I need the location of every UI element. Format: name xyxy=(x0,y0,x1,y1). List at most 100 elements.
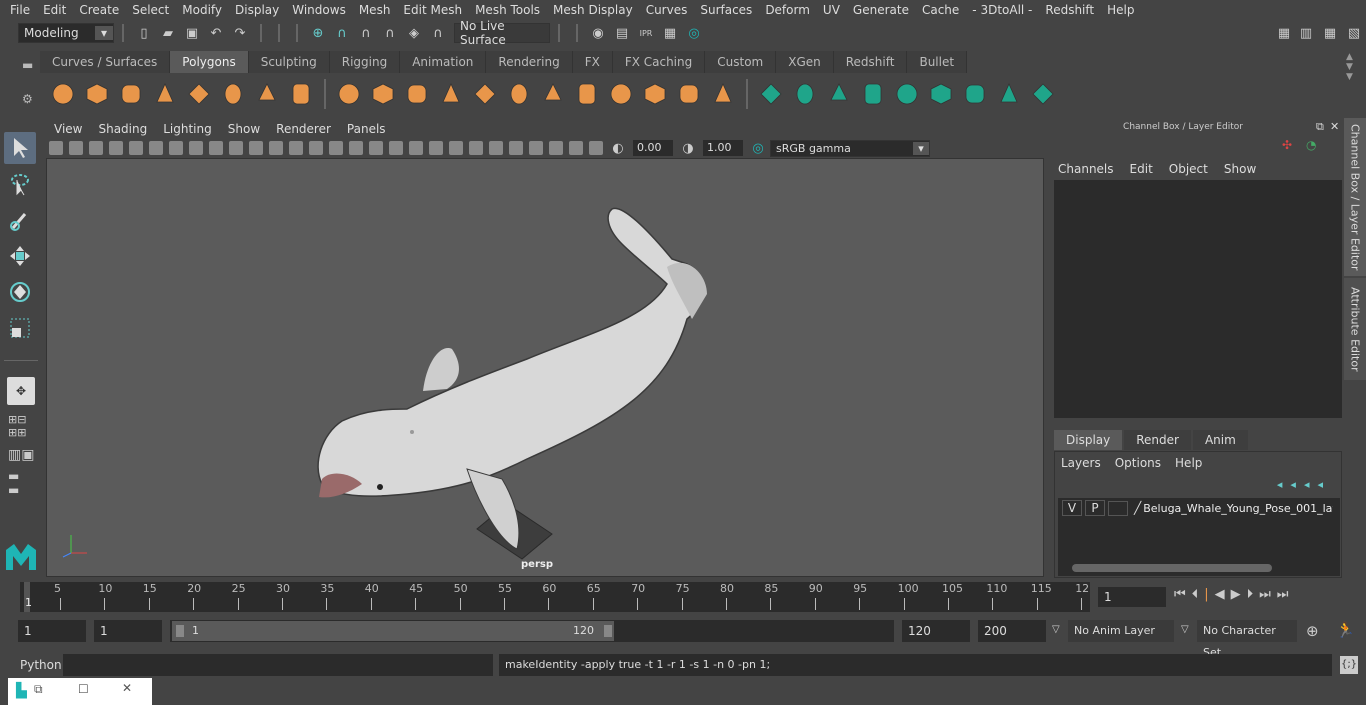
grid-icon[interactable] xyxy=(169,141,183,155)
menu-item[interactable]: Surfaces xyxy=(700,3,752,17)
default-material-icon[interactable] xyxy=(349,141,363,155)
character-set-dropdown[interactable]: No Character Set xyxy=(1197,620,1297,659)
chevron-down-icon[interactable]: ▽ xyxy=(1052,624,1060,635)
target-weld-icon[interactable] xyxy=(641,80,669,108)
render-frame-icon[interactable]: ▤ xyxy=(613,24,631,42)
range-end-handle[interactable] xyxy=(604,625,612,637)
xray-components-icon[interactable] xyxy=(569,141,583,155)
gamma-icon[interactable]: ◑ xyxy=(679,139,697,157)
snap-view-icon[interactable]: ∩ xyxy=(381,24,399,42)
shelf-menu-icon[interactable]: ▬ xyxy=(22,58,33,72)
channel-menu-item[interactable]: Object xyxy=(1169,162,1208,176)
horizontal-scrollbar[interactable] xyxy=(1062,564,1336,574)
shelf-tab[interactable]: XGen xyxy=(776,51,834,73)
menu-item[interactable]: Cache xyxy=(922,3,959,17)
maximize-icon[interactable]: ☐ xyxy=(78,682,89,696)
snap-grid-icon[interactable]: ⊕ xyxy=(309,24,327,42)
script-editor-icon[interactable]: {;} xyxy=(1340,656,1358,674)
shelf-tab[interactable]: Bullet xyxy=(907,51,968,73)
restore-icon[interactable]: ⧉ xyxy=(34,682,43,697)
sphere-icon[interactable] xyxy=(49,80,77,108)
clock-icon[interactable]: ◔ xyxy=(1306,138,1316,152)
layer-order-icons[interactable]: ◂◂◂◂ xyxy=(1277,478,1331,491)
shelf-tab[interactable]: Animation xyxy=(400,51,487,73)
gamma-field[interactable]: 1.00 xyxy=(703,140,743,156)
exposure-icon[interactable]: ◐ xyxy=(609,139,627,157)
field-chart-icon[interactable] xyxy=(249,141,263,155)
workspace-icon[interactable]: ▦ xyxy=(1275,24,1293,42)
close-icon[interactable]: ✕ xyxy=(1330,120,1339,133)
anti-aliasing-icon[interactable] xyxy=(469,141,483,155)
mode-dropdown[interactable]: Modeling ▾ xyxy=(18,23,114,43)
open-scene-icon[interactable]: ▰ xyxy=(159,24,177,42)
menu-item[interactable]: Redshift xyxy=(1045,3,1094,17)
channel-menu-item[interactable]: Edit xyxy=(1130,162,1153,176)
resolution-gate-icon[interactable] xyxy=(209,141,223,155)
torus-icon[interactable] xyxy=(219,80,247,108)
menu-item[interactable]: Curves xyxy=(646,3,688,17)
layer-name[interactable]: Beluga_Whale_Young_Pose_001_layer xyxy=(1143,502,1333,515)
bookmark-icon[interactable] xyxy=(89,141,103,155)
menu-item[interactable]: UV xyxy=(823,3,840,17)
layer-tab[interactable]: Display xyxy=(1054,430,1123,450)
tab-attribute-editor[interactable]: Attribute Editor xyxy=(1344,278,1366,380)
hypershade-icon[interactable]: ◎ xyxy=(685,24,703,42)
snap-curve-icon[interactable]: ∩ xyxy=(333,24,351,42)
rotate-tool[interactable] xyxy=(4,276,36,308)
playback-controls[interactable]: ⏮⏴|◀▶⏵⏭⏭ xyxy=(1174,587,1295,602)
layout-icon[interactable]: ▦ xyxy=(1321,24,1339,42)
film-gate-icon[interactable] xyxy=(189,141,203,155)
uv-editor-icon[interactable] xyxy=(825,80,853,108)
menu-item[interactable]: Edit xyxy=(43,3,66,17)
pyramid-icon[interactable] xyxy=(253,80,281,108)
combine-icon[interactable] xyxy=(335,80,363,108)
current-frame-field[interactable]: 1 xyxy=(1098,587,1166,607)
append-icon[interactable] xyxy=(675,80,703,108)
safe-title-icon[interactable] xyxy=(289,141,303,155)
select-camera-icon[interactable] xyxy=(49,141,63,155)
extract-icon[interactable] xyxy=(471,80,499,108)
exposure-field[interactable]: 0.00 xyxy=(633,140,673,156)
range-slider[interactable]: 1 120 xyxy=(172,621,614,641)
uv-cut-icon[interactable] xyxy=(859,80,887,108)
viewport-menu-item[interactable]: Renderer xyxy=(276,122,331,136)
menu-item[interactable]: Mesh Tools xyxy=(475,3,540,17)
layer-row[interactable]: V P ╱ Beluga_Whale_Young_Pose_001_layer xyxy=(1058,498,1340,518)
shelf-tab[interactable]: Rigging xyxy=(329,51,401,73)
viewport-persp[interactable]: persp xyxy=(46,158,1044,577)
auto-key-icon[interactable]: ⊕ xyxy=(1306,622,1319,640)
menu-item[interactable]: Generate xyxy=(853,3,909,17)
bevel-icon[interactable] xyxy=(505,80,533,108)
close-icon[interactable]: ✕ xyxy=(122,681,132,695)
layer-menu-item[interactable]: Options xyxy=(1115,456,1161,470)
select-tool[interactable] xyxy=(4,132,36,164)
motion-blur-icon[interactable] xyxy=(449,141,463,155)
channel-menu-item[interactable]: Show xyxy=(1224,162,1256,176)
layout-single-icon[interactable]: ▬ ▬ xyxy=(8,469,34,497)
separate-icon[interactable] xyxy=(369,80,397,108)
paint-select-tool[interactable] xyxy=(4,204,36,236)
command-input[interactable] xyxy=(63,654,493,676)
extrude-icon[interactable] xyxy=(573,80,601,108)
xray-icon[interactable] xyxy=(529,141,543,155)
menu-item[interactable]: File xyxy=(10,3,30,17)
start-frame-field[interactable]: 1 xyxy=(18,620,86,642)
textured-icon[interactable] xyxy=(369,141,383,155)
depth-of-field-icon[interactable] xyxy=(489,141,503,155)
color-space-dropdown[interactable]: sRGB gamma ▾ xyxy=(770,139,930,157)
menu-item[interactable]: Mesh Display xyxy=(553,3,633,17)
tab-channel-box[interactable]: Channel Box / Layer Editor xyxy=(1344,118,1366,276)
backface-icon[interactable] xyxy=(589,141,603,155)
visibility-toggle[interactable]: V xyxy=(1062,500,1082,516)
isolate-select-icon[interactable] xyxy=(509,141,523,155)
gear-icon[interactable]: ⚙ xyxy=(22,92,33,106)
playback-toggle[interactable]: P xyxy=(1085,500,1105,516)
layout-side-icon[interactable]: ▥▣ xyxy=(8,447,34,463)
redo-icon[interactable]: ↷ xyxy=(231,24,249,42)
anim-prefs-icon[interactable]: 🏃 xyxy=(1336,621,1355,639)
manipulator-icon[interactable]: ✣ xyxy=(1282,138,1292,152)
channel-menu-item[interactable]: Channels xyxy=(1058,162,1114,176)
command-language[interactable]: Python xyxy=(20,654,62,676)
channel-list[interactable] xyxy=(1054,180,1342,418)
lights-icon[interactable] xyxy=(389,141,403,155)
